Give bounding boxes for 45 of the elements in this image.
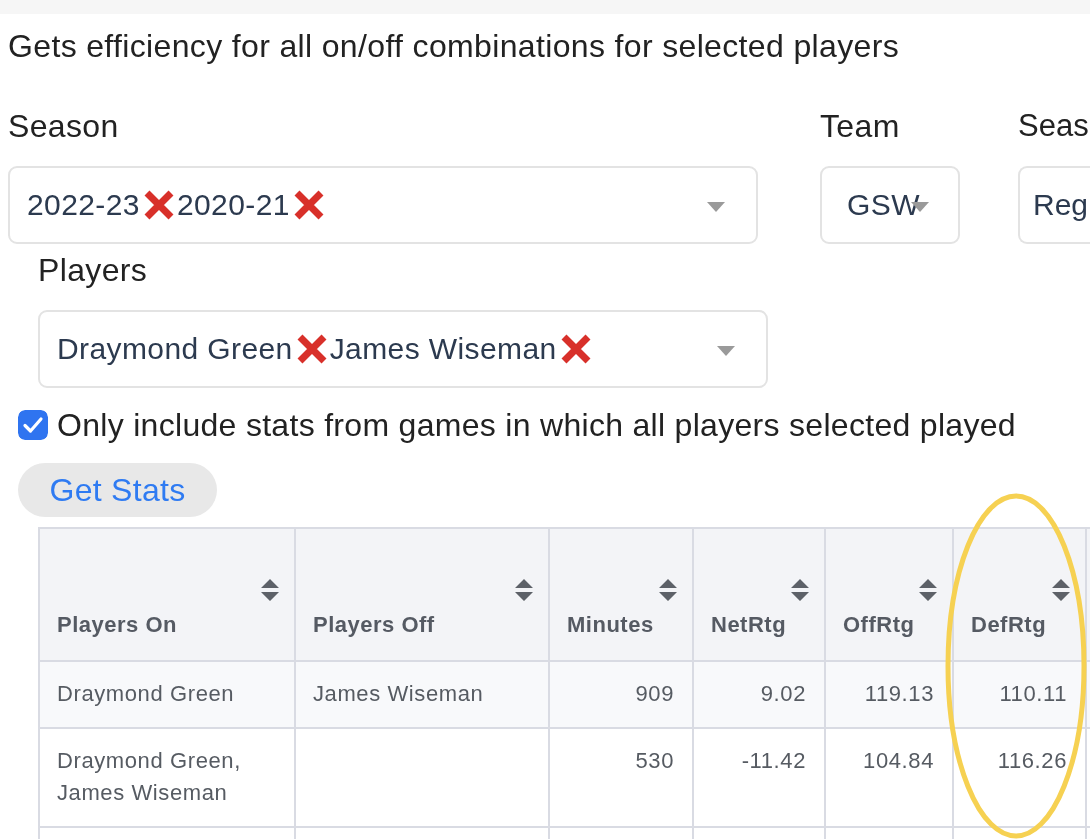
team-select[interactable]: GSW: [820, 166, 960, 244]
remove-icon[interactable]: [295, 333, 328, 365]
season-type-select[interactable]: Reg: [1018, 166, 1090, 244]
caret-icon: [707, 202, 725, 212]
players-label: Players: [38, 253, 149, 287]
team-label: Team: [820, 109, 901, 143]
checkbox-label: Only include stats from games in which all players selected played: [57, 408, 1016, 442]
season-type-label: Seas: [1018, 109, 1090, 143]
table-cell-text: Draymond Green, James Wiseman: [57, 747, 242, 807]
description-text: Gets efficiency for all on/off combinations for selected players: [8, 29, 900, 63]
column-header[interactable]: Minutes: [550, 529, 694, 662]
season-select[interactable]: 2022-23 2020-21: [8, 166, 758, 244]
get-stats-button[interactable]: Get Stats: [18, 463, 217, 517]
season-label: Season: [8, 109, 120, 143]
column-header[interactable]: DefRtg: [954, 529, 1087, 662]
table-cell-text: 116.26: [997, 747, 1067, 775]
sort-icon: [658, 578, 678, 602]
table-cell-text: 530: [635, 747, 674, 775]
selected-player: James Wiseman: [329, 332, 557, 366]
table-cell-text: 110.11: [999, 680, 1067, 708]
selected-season: 2022-23: [27, 188, 140, 222]
players-select[interactable]: Draymond Green James Wiseman: [38, 310, 768, 388]
table-cell-text: 9.02: [760, 680, 806, 708]
table-cell-text: James Wiseman: [313, 680, 484, 708]
table-cell-text: -11.42: [741, 747, 806, 775]
remove-icon[interactable]: [559, 333, 592, 365]
table-cell-text: 104.84: [863, 747, 934, 775]
table-cell-text: 909: [635, 680, 674, 708]
column-header[interactable]: NetRtg: [694, 529, 826, 662]
remove-icon[interactable]: [292, 189, 325, 221]
column-header[interactable]: OffRtg: [826, 529, 954, 662]
selected-player: Draymond Green: [57, 332, 293, 366]
caret-icon: [717, 346, 735, 356]
sort-icon: [1051, 578, 1071, 602]
table-cell-text: 119.13: [864, 680, 934, 708]
sort-icon: [260, 578, 280, 602]
sort-icon: [790, 578, 810, 602]
table-cell-text: Draymond Green: [57, 680, 235, 708]
selected-season: 2020-21: [176, 188, 290, 222]
column-header[interactable]: Players On: [40, 529, 296, 662]
column-header[interactable]: Players Off: [296, 529, 550, 662]
checkbox[interactable]: [18, 410, 48, 440]
sort-icon: [918, 578, 938, 602]
sort-icon: [514, 578, 534, 602]
remove-icon[interactable]: [142, 189, 175, 221]
